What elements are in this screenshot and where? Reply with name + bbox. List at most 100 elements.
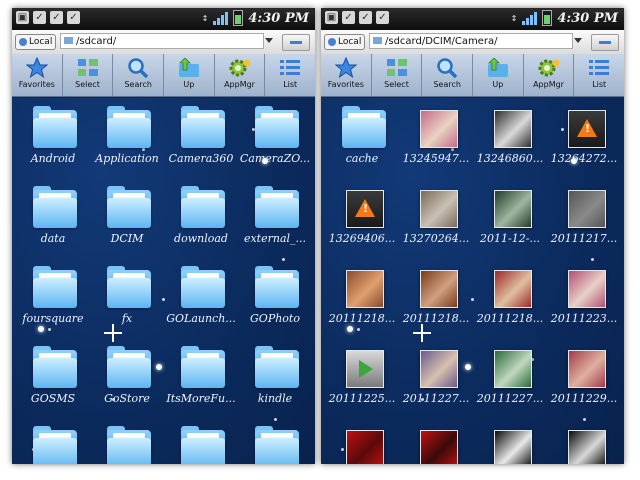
folder-item[interactable]: CameraZO... <box>238 98 312 174</box>
thumbnail <box>564 346 608 390</box>
thumbnail <box>33 346 77 390</box>
network-type-icon: ↕ <box>201 13 209 23</box>
search-button[interactable]: Search <box>422 54 474 96</box>
search-button[interactable]: Search <box>113 54 165 96</box>
folder-item[interactable] <box>238 418 312 464</box>
path-field[interactable]: /sdcard/DCIM/Camera/ <box>369 33 573 49</box>
thumbnail <box>33 266 77 310</box>
file-item[interactable]: 20111229... <box>547 338 621 414</box>
path-dropdown-icon[interactable] <box>265 38 273 43</box>
select-label: Select <box>384 80 409 89</box>
file-item[interactable]: 13270264... <box>399 178 473 254</box>
folder-item[interactable]: fx <box>90 258 164 334</box>
file-item[interactable]: 20111218... <box>399 258 473 334</box>
play-icon <box>359 360 373 378</box>
collapse-button[interactable] <box>591 34 619 51</box>
file-browser-panel-sdcard: ▣ ✓ ✓ ✓ ↕ 4:30 PM Local /sdcard/ Favorit… <box>12 8 315 464</box>
file-item[interactable] <box>399 418 473 464</box>
folder-icon <box>342 106 386 150</box>
local-label: Local <box>29 37 53 47</box>
file-item[interactable]: ! 13269406... <box>325 178 399 254</box>
folder-icon <box>33 426 77 464</box>
folder-item[interactable] <box>164 418 238 464</box>
select-grid-icon <box>76 57 100 79</box>
clock: 4:30 PM <box>557 10 618 26</box>
file-item[interactable]: 20111223... <box>547 258 621 334</box>
local-storage-button[interactable]: Local <box>324 34 366 50</box>
thumbnail <box>181 186 225 230</box>
folder-front <box>181 278 225 308</box>
folder-icon <box>33 106 77 150</box>
folder-item[interactable]: GoStore <box>90 338 164 414</box>
folder-item[interactable] <box>90 418 164 464</box>
folder-front <box>107 198 151 228</box>
folder-item[interactable]: ItsMoreFu... <box>164 338 238 414</box>
select-button[interactable]: Select <box>63 54 114 96</box>
appmgr-button[interactable]: AppMgr <box>215 54 266 96</box>
folder-item[interactable]: data <box>16 178 90 254</box>
thumbnail <box>255 346 299 390</box>
folder-front <box>33 438 77 464</box>
file-item[interactable]: 20111218... <box>473 258 547 334</box>
thumbnail <box>181 346 225 390</box>
up-button[interactable]: Up <box>164 54 215 96</box>
file-item[interactable]: 20111218... <box>325 258 399 334</box>
folder-item[interactable]: foursquare <box>16 258 90 334</box>
local-storage-button[interactable]: Local <box>15 34 57 50</box>
file-item[interactable] <box>325 418 399 464</box>
thumbnail <box>416 346 460 390</box>
collapse-button[interactable] <box>282 34 310 51</box>
path-field[interactable]: /sdcard/ <box>60 33 264 49</box>
list-view-button[interactable]: List <box>574 54 624 96</box>
file-item[interactable]: 20111227... <box>473 338 547 414</box>
select-label: Select <box>75 80 100 89</box>
status-bar: ▣ ✓ ✓ ✓ ↕ 4:30 PM <box>321 8 624 30</box>
file-item[interactable]: 13245947... <box>399 98 473 174</box>
list-icon <box>587 57 611 79</box>
item-label: 20111218... <box>476 312 544 325</box>
appmgr-button[interactable]: AppMgr <box>524 54 575 96</box>
checkbox-notification-icon: ✓ <box>359 11 372 24</box>
folder-front <box>107 278 151 308</box>
folder-icon <box>255 426 299 464</box>
folder-item[interactable]: kindle <box>238 338 312 414</box>
folder-item[interactable]: Android <box>16 98 90 174</box>
path-dropdown-icon[interactable] <box>574 38 582 43</box>
folder-item[interactable] <box>16 418 90 464</box>
folder-item[interactable]: GOPhoto <box>238 258 312 334</box>
select-button[interactable]: Select <box>372 54 423 96</box>
thumbnail <box>33 186 77 230</box>
folder-item[interactable]: GOLaunch... <box>164 258 238 334</box>
folder-item[interactable]: cache <box>325 98 399 174</box>
favorites-button[interactable]: Favorites <box>321 54 372 96</box>
list-label: List <box>283 80 298 89</box>
folder-item[interactable]: Application <box>90 98 164 174</box>
file-item[interactable]: 13246860... <box>473 98 547 174</box>
file-item[interactable]: 20111225... <box>325 338 399 414</box>
file-item[interactable]: 20111227... <box>399 338 473 414</box>
folder-item[interactable]: GOSMS <box>16 338 90 414</box>
gear-icon <box>228 57 252 79</box>
path-text: /sdcard/DCIM/Camera/ <box>385 36 498 47</box>
thumbnail <box>107 186 151 230</box>
favorites-button[interactable]: Favorites <box>12 54 63 96</box>
file-item[interactable]: 20111217... <box>547 178 621 254</box>
folder-item[interactable]: DCIM <box>90 178 164 254</box>
folder-item[interactable]: download <box>164 178 238 254</box>
file-item[interactable] <box>547 418 621 464</box>
file-item[interactable]: 2011-12-... <box>473 178 547 254</box>
search-label: Search <box>124 80 152 89</box>
file-item[interactable]: ! 13264272... <box>547 98 621 174</box>
folder-item[interactable]: Camera360 <box>164 98 238 174</box>
folder-item[interactable]: external_... <box>238 178 312 254</box>
file-item[interactable] <box>473 418 547 464</box>
list-view-button[interactable]: List <box>265 54 315 96</box>
file-grid: cache 13245947... 13246860...! 13264272...!… <box>321 98 624 464</box>
path-text: /sdcard/ <box>76 36 117 47</box>
up-button[interactable]: Up <box>473 54 524 96</box>
photo-thumbnail <box>568 190 606 228</box>
thumbnail <box>181 426 225 464</box>
path-bar: Local /sdcard/DCIM/Camera/ <box>321 30 624 55</box>
gear-icon <box>537 57 561 79</box>
folder-icon <box>181 426 225 464</box>
